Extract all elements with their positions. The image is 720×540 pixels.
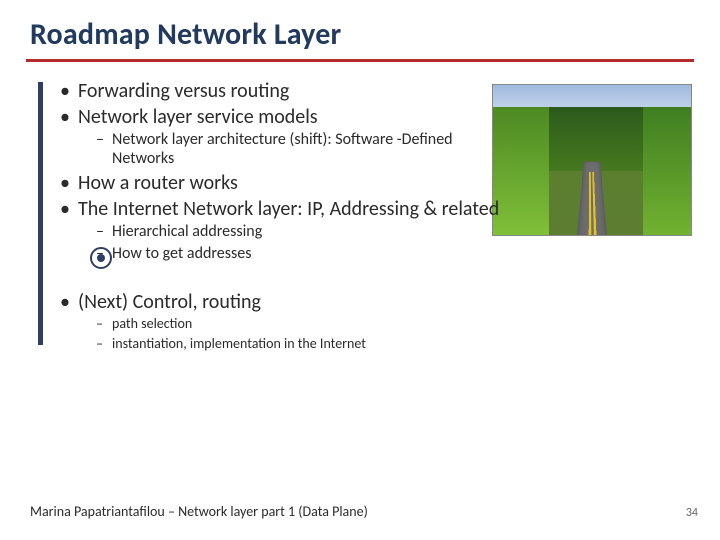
- content-area: Forwarding versus routing Network layer …: [30, 80, 690, 353]
- title-rule: [26, 59, 694, 62]
- page-number: 34: [686, 506, 698, 520]
- bullet-text: The Internet Network layer: IP, Addressi…: [78, 197, 499, 221]
- slide: Roadmap Network Layer Forwarding versus …: [0, 0, 720, 540]
- current-topic-marker-icon: [90, 247, 112, 269]
- bullet-text: How a router works: [78, 171, 238, 195]
- bullet-forwarding-vs-routing: Forwarding versus routing: [60, 80, 500, 104]
- footer-text: Marina Papatriantafilou – Network layer …: [30, 503, 368, 520]
- bullet-next-control-routing: (Next) Control, routing: [60, 291, 500, 315]
- bullet-ip-addressing: The Internet Network layer: IP, Addressi…: [60, 198, 500, 222]
- bullet-text: path selection: [112, 315, 192, 332]
- page-title: Roadmap Network Layer: [30, 16, 690, 53]
- vertical-accent-bar: [38, 82, 43, 345]
- subbullet-instantiation: instantiation, implementation in the Int…: [96, 336, 500, 353]
- spacer: [60, 267, 500, 289]
- bullet-text: How to get addresses: [112, 244, 251, 263]
- bullet-text: Network layer service models: [78, 105, 318, 129]
- bullet-text: Network layer architecture (shift): Soft…: [112, 130, 453, 168]
- subbullet-path-selection: path selection: [96, 316, 500, 333]
- bullet-service-models: Network layer service models: [60, 106, 500, 130]
- bullet-text: instantiation, implementation in the Int…: [112, 335, 366, 352]
- outline-block: Forwarding versus routing Network layer …: [30, 80, 690, 353]
- bullet-router-works: How a router works: [60, 172, 500, 196]
- bullet-list: Forwarding versus routing Network layer …: [60, 80, 500, 353]
- subbullet-get-addresses: How to get addresses: [96, 245, 500, 264]
- bullet-text: Forwarding versus routing: [78, 79, 289, 103]
- bullet-text: Hierarchical addressing: [112, 222, 262, 241]
- bullet-text: (Next) Control, routing: [78, 290, 261, 314]
- subbullet-sdn: Network layer architecture (shift): Soft…: [96, 131, 500, 169]
- subbullet-hierarchical: Hierarchical addressing: [96, 223, 500, 242]
